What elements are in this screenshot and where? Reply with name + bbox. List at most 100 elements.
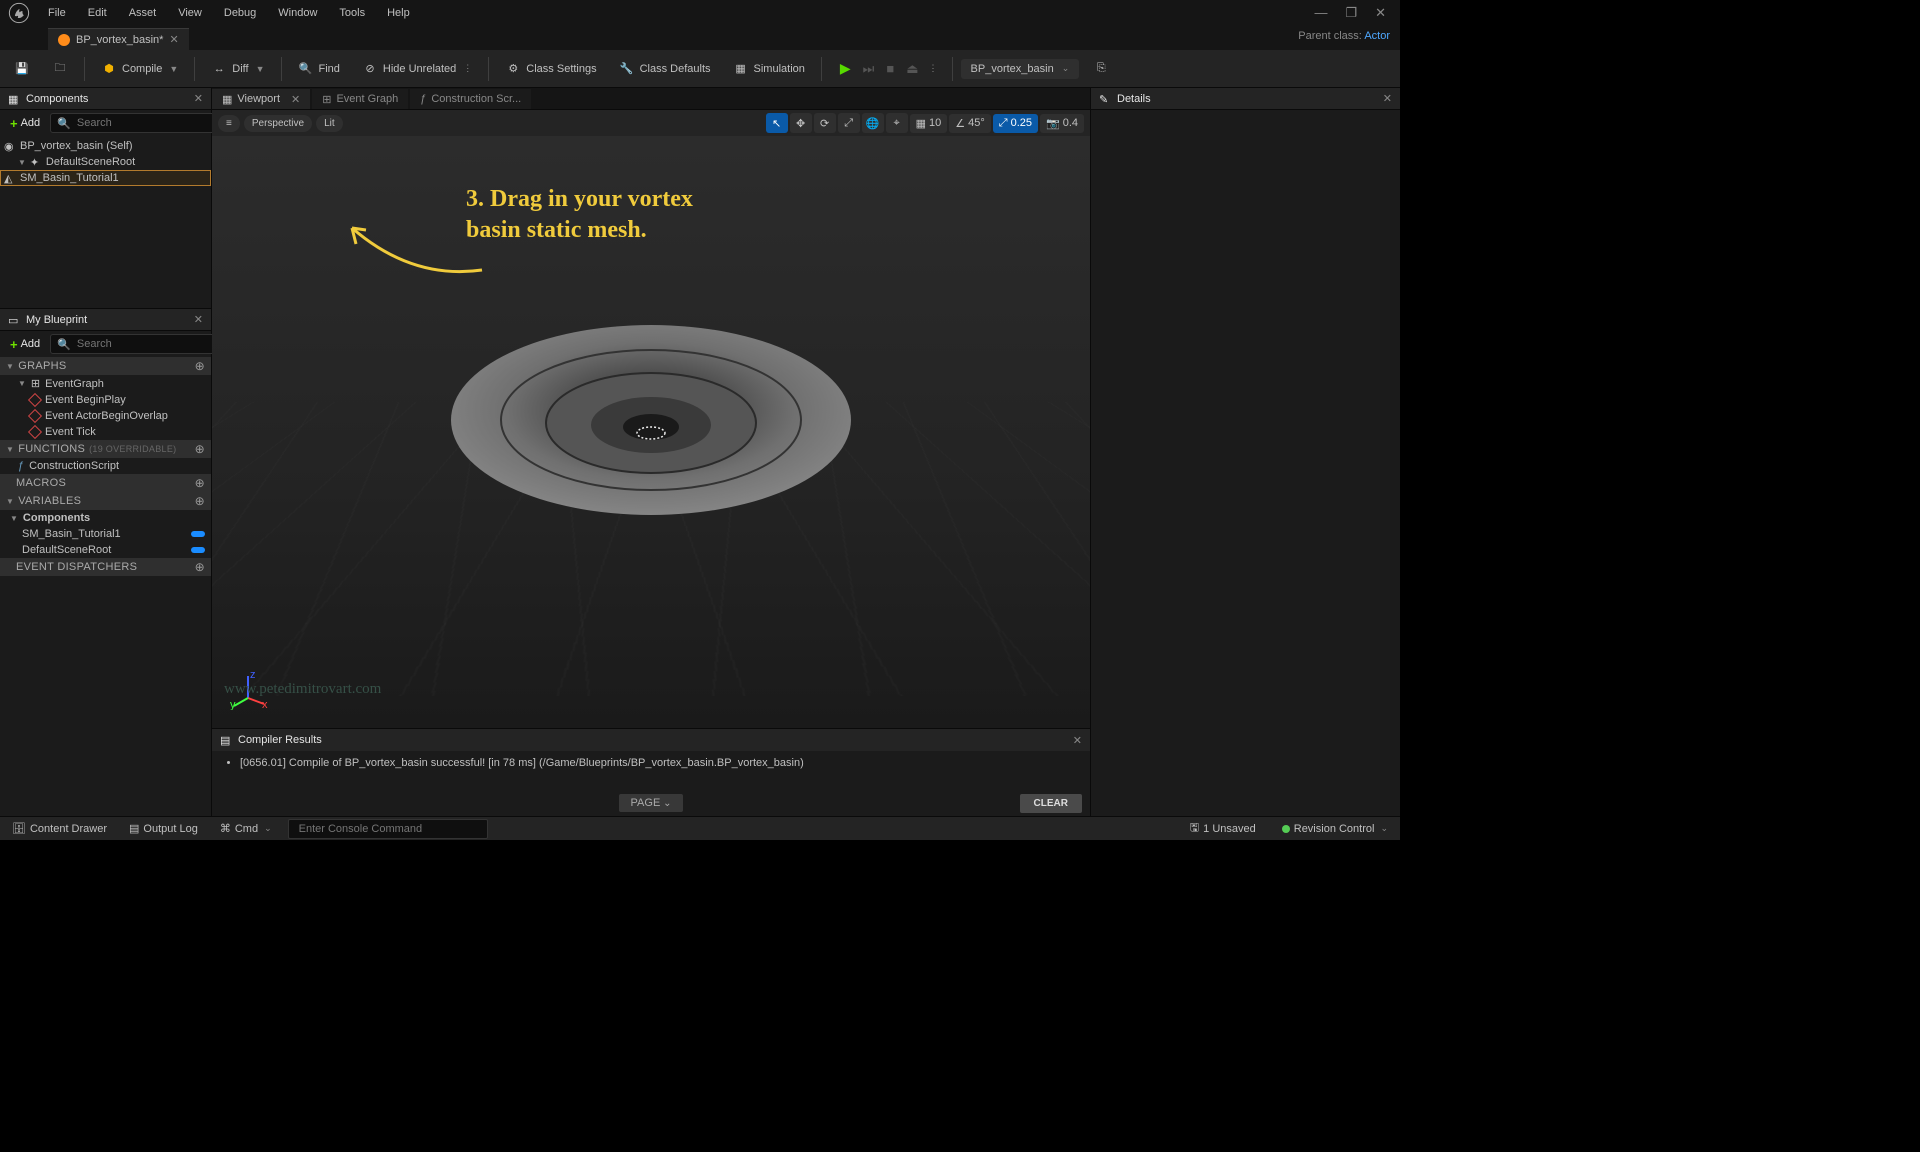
- eject-button[interactable]: ⏏: [902, 57, 922, 81]
- world-local-icon[interactable]: 🌐: [862, 113, 884, 133]
- menu-debug[interactable]: Debug: [214, 3, 266, 23]
- menu-help[interactable]: Help: [377, 3, 420, 23]
- details-panel-tab[interactable]: ✎ Details ✕: [1091, 88, 1400, 110]
- class-defaults-button[interactable]: 🔧Class Defaults: [611, 56, 719, 82]
- viewport-3d[interactable]: 3. Drag in your vortex basin static mesh…: [212, 136, 1090, 728]
- scale-snap-toggle[interactable]: ⤢0.25: [993, 114, 1038, 133]
- play-button[interactable]: ▶: [836, 56, 855, 81]
- console-input[interactable]: [297, 822, 479, 836]
- camera-speed-toggle[interactable]: 📷0.4: [1040, 114, 1084, 133]
- section-macros[interactable]: MACROS⊕: [0, 474, 211, 492]
- grid-snap-toggle[interactable]: ▦10: [910, 114, 948, 133]
- section-event-dispatchers[interactable]: EVENT DISPATCHERS⊕: [0, 558, 211, 576]
- tab-event-graph[interactable]: ⊞Event Graph: [312, 89, 408, 109]
- section-variables[interactable]: ▼VARIABLES⊕: [0, 492, 211, 510]
- close-icon[interactable]: ✕: [194, 313, 203, 326]
- debug-object-selector[interactable]: BP_vortex_basin ⌄: [961, 59, 1080, 79]
- window-maximize-icon[interactable]: ❐: [1345, 5, 1357, 21]
- my-blueprint-search[interactable]: 🔍: [50, 334, 228, 354]
- page-button[interactable]: PAGE ⌄: [619, 794, 684, 812]
- clear-button[interactable]: CLEAR: [1020, 794, 1082, 813]
- chevron-down-icon: ⌄: [1062, 63, 1070, 74]
- add-component-button[interactable]: +Add: [4, 113, 46, 134]
- variable-row[interactable]: SM_Basin_Tutorial1: [0, 526, 211, 542]
- close-icon[interactable]: ✕: [194, 92, 203, 105]
- menu-asset[interactable]: Asset: [119, 3, 167, 23]
- component-static-mesh-row[interactable]: ◭ SM_Basin_Tutorial1: [0, 170, 211, 186]
- add-icon[interactable]: ⊕: [195, 476, 205, 490]
- locate-button[interactable]: ⎘: [1085, 56, 1117, 82]
- lit-mode-button[interactable]: Lit: [316, 115, 343, 132]
- add-icon[interactable]: ⊕: [195, 359, 205, 373]
- scale-tool-icon[interactable]: ⤢: [838, 113, 860, 133]
- rotate-tool-icon[interactable]: ⟳: [814, 113, 836, 133]
- add-icon[interactable]: ⊕: [195, 494, 205, 508]
- browse-button[interactable]: 🗀: [44, 56, 76, 82]
- select-tool-icon[interactable]: ↖: [766, 113, 788, 133]
- tab-construction-script[interactable]: ƒConstruction Scr...: [410, 89, 531, 109]
- section-graphs[interactable]: ▼GRAPHS⊕: [0, 357, 211, 375]
- hide-unrelated-button[interactable]: ⊘Hide Unrelated⋮: [354, 56, 480, 82]
- simulation-button[interactable]: ▦Simulation: [725, 56, 813, 82]
- step-button[interactable]: ⏭: [859, 57, 879, 81]
- viewport-options-button[interactable]: ≡: [218, 115, 240, 132]
- menu-tools[interactable]: Tools: [329, 3, 375, 23]
- event-tick-row[interactable]: Event Tick: [0, 424, 211, 440]
- components-search[interactable]: 🔍: [50, 113, 228, 133]
- unreal-logo-icon[interactable]: [6, 0, 32, 26]
- compile-button[interactable]: ⬢ Compile ▼: [93, 56, 186, 82]
- content-drawer-button[interactable]: 🗄Content Drawer: [6, 820, 113, 837]
- chevron-down-icon[interactable]: ▼: [169, 64, 178, 74]
- translate-tool-icon[interactable]: ✥: [790, 113, 812, 133]
- event-graph-row[interactable]: ▼⊞EventGraph: [0, 375, 211, 392]
- save-icon: 🖫: [1190, 819, 1199, 838]
- find-button[interactable]: 🔍Find: [290, 56, 348, 82]
- asset-tab-bp-vortex-basin[interactable]: BP_vortex_basin* ✕: [48, 28, 189, 50]
- close-icon[interactable]: ✕: [1073, 734, 1082, 747]
- surface-snap-icon[interactable]: ⌖: [886, 113, 908, 133]
- add-icon[interactable]: ⊕: [195, 560, 205, 574]
- menu-view[interactable]: View: [168, 3, 212, 23]
- components-search-input[interactable]: [75, 116, 221, 130]
- my-blueprint-tab[interactable]: ▭ My Blueprint ✕: [0, 309, 211, 331]
- watermark-text: www.petedimitrovart.com: [224, 681, 381, 698]
- component-scene-root-row[interactable]: ▼ ✦ DefaultSceneRoot: [0, 154, 211, 170]
- section-functions[interactable]: ▼FUNCTIONS(19 OVERRIDABLE)⊕: [0, 440, 211, 458]
- add-icon[interactable]: ⊕: [195, 442, 205, 456]
- svg-text:z: z: [250, 670, 256, 681]
- my-blueprint-search-input[interactable]: [75, 337, 221, 351]
- event-actorbeginoverlap-row[interactable]: Event ActorBeginOverlap: [0, 408, 211, 424]
- menu-file[interactable]: File: [38, 3, 76, 23]
- construction-script-row[interactable]: ƒConstructionScript: [0, 458, 211, 474]
- details-panel: ✎ Details ✕: [1090, 88, 1400, 816]
- component-self-row[interactable]: ◉ BP_vortex_basin (Self): [0, 138, 211, 154]
- view-mode-button[interactable]: Perspective: [244, 115, 312, 132]
- window-minimize-icon[interactable]: —: [1314, 5, 1327, 21]
- add-new-button[interactable]: +Add: [4, 334, 46, 355]
- diff-button[interactable]: ↔ Diff ▼: [203, 56, 272, 82]
- variable-row[interactable]: DefaultSceneRoot: [0, 542, 211, 558]
- menu-edit[interactable]: Edit: [78, 3, 117, 23]
- compiler-results-tab[interactable]: ▤ Compiler Results ✕: [212, 729, 1090, 751]
- parent-class-link[interactable]: Actor: [1364, 30, 1390, 42]
- variables-components-row[interactable]: ▼Components: [0, 510, 211, 526]
- stop-button[interactable]: ■: [882, 57, 898, 80]
- close-icon[interactable]: ✕: [169, 33, 178, 46]
- angle-snap-toggle[interactable]: ∠45°: [949, 114, 991, 133]
- unsaved-indicator[interactable]: 🖫1 Unsaved: [1184, 817, 1262, 840]
- cmd-selector[interactable]: ⌘Cmd ⌄: [214, 820, 278, 837]
- console-input-box[interactable]: [288, 819, 488, 839]
- save-button[interactable]: 💾: [6, 56, 38, 82]
- class-settings-button[interactable]: ⚙Class Settings: [497, 56, 604, 82]
- event-beginplay-row[interactable]: Event BeginPlay: [0, 392, 211, 408]
- output-log-button[interactable]: ▤Output Log: [123, 820, 204, 837]
- play-options-icon[interactable]: ⋮: [929, 63, 938, 74]
- close-icon[interactable]: ✕: [291, 93, 300, 106]
- chevron-down-icon[interactable]: ▼: [256, 64, 265, 74]
- menu-window[interactable]: Window: [268, 3, 327, 23]
- components-panel-tab[interactable]: ▦ Components ✕: [0, 88, 211, 110]
- window-close-icon[interactable]: ✕: [1375, 5, 1386, 21]
- tab-viewport[interactable]: ▦Viewport✕: [212, 89, 310, 109]
- revision-control-button[interactable]: Revision Control ⌄: [1276, 821, 1394, 837]
- close-icon[interactable]: ✕: [1383, 92, 1392, 105]
